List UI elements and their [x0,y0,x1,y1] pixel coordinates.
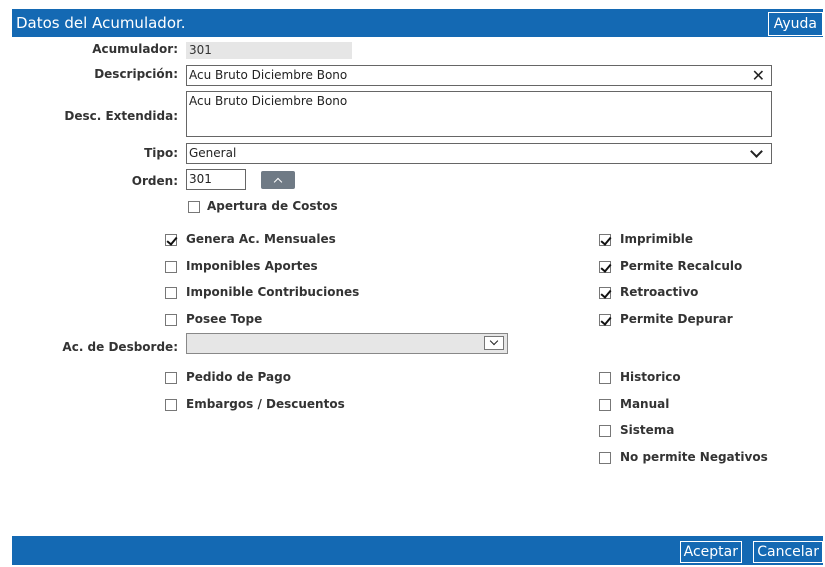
footer-bar: Aceptar Cancelar [12,536,823,565]
retroactivo-checkbox[interactable] [599,287,612,299]
checkmark-icon [600,261,612,273]
retroactivo-label: Retroactivo [620,285,699,299]
desborde-dropdown-button[interactable] [484,336,504,350]
imponible-contribuciones-label: Imponible Contribuciones [186,285,360,299]
pedido-de-pago-label: Pedido de Pago [186,370,291,384]
cancel-button[interactable]: Cancelar [753,541,823,563]
chevron-down-icon [750,145,763,158]
imponibles-aportes-checkbox[interactable] [165,261,177,273]
checkmark-icon [166,234,178,246]
embargos-descuentos-label: Embargos / Descuentos [186,397,345,411]
no-permite-negativos-checkbox[interactable] [599,452,611,464]
window-title: Datos del Acumulador. [16,14,186,32]
checkmark-icon [600,314,612,326]
posee-tope-checkbox[interactable] [165,314,177,326]
desborde-select[interactable] [186,333,508,354]
imponibles-aportes-label: Imponibles Aportes [186,259,318,273]
permite-depurar-checkbox[interactable] [599,314,612,326]
chevron-up-icon [273,177,283,187]
permite-recalculo-label: Permite Recalculo [620,259,743,273]
pedido-de-pago-checkbox[interactable] [165,372,177,384]
apertura-costos-checkbox[interactable] [188,201,200,213]
accept-button[interactable]: Aceptar [679,541,742,563]
descripcion-input[interactable]: Acu Bruto Diciembre Bono ✕ [186,65,772,86]
orden-input[interactable]: 301 [186,169,246,190]
descripcion-label: Descripción: [94,67,178,81]
sistema-label: Sistema [620,423,675,437]
desc-extendida-label: Desc. Extendida: [64,109,178,123]
imprimible-label: Imprimible [620,232,694,246]
acumulador-value: 301 [186,42,352,59]
tipo-value: General [189,146,237,160]
orden-stepper-button[interactable] [261,171,295,189]
checkmark-icon [600,287,612,299]
dialog: Datos del Acumulador. Ayuda Acumulador: … [12,9,823,565]
help-button[interactable]: Ayuda [767,12,823,36]
desc-extendida-textarea[interactable]: Acu Bruto Diciembre Bono [186,91,772,137]
tipo-select[interactable]: General [186,143,772,164]
embargos-descuentos-checkbox[interactable] [165,399,177,411]
descripcion-value: Acu Bruto Diciembre Bono [189,68,348,82]
acumulador-label: Acumulador: [92,42,178,56]
title-bar: Datos del Acumulador. Ayuda [12,9,823,37]
sistema-checkbox[interactable] [599,425,611,437]
manual-checkbox[interactable] [599,399,611,411]
historico-label: Historico [620,370,681,384]
checkmark-icon [600,234,612,246]
desborde-label: Ac. de Desborde: [62,340,178,354]
imprimible-checkbox[interactable] [599,234,612,246]
imponible-contribuciones-checkbox[interactable] [165,287,177,299]
orden-label: Orden: [131,174,178,188]
tipo-label: Tipo: [144,146,178,160]
permite-depurar-label: Permite Depurar [620,312,733,326]
apertura-costos-label: Apertura de Costos [207,199,338,213]
no-permite-negativos-label: No permite Negativos [620,450,768,464]
close-icon[interactable]: ✕ [752,66,765,85]
genera-ac-mensuales-label: Genera Ac. Mensuales [186,232,336,246]
posee-tope-label: Posee Tope [186,312,263,326]
manual-label: Manual [620,397,670,411]
historico-checkbox[interactable] [599,372,611,384]
chevron-down-icon [489,336,499,346]
permite-recalculo-checkbox[interactable] [599,261,612,273]
genera-ac-mensuales-checkbox[interactable] [165,234,178,246]
